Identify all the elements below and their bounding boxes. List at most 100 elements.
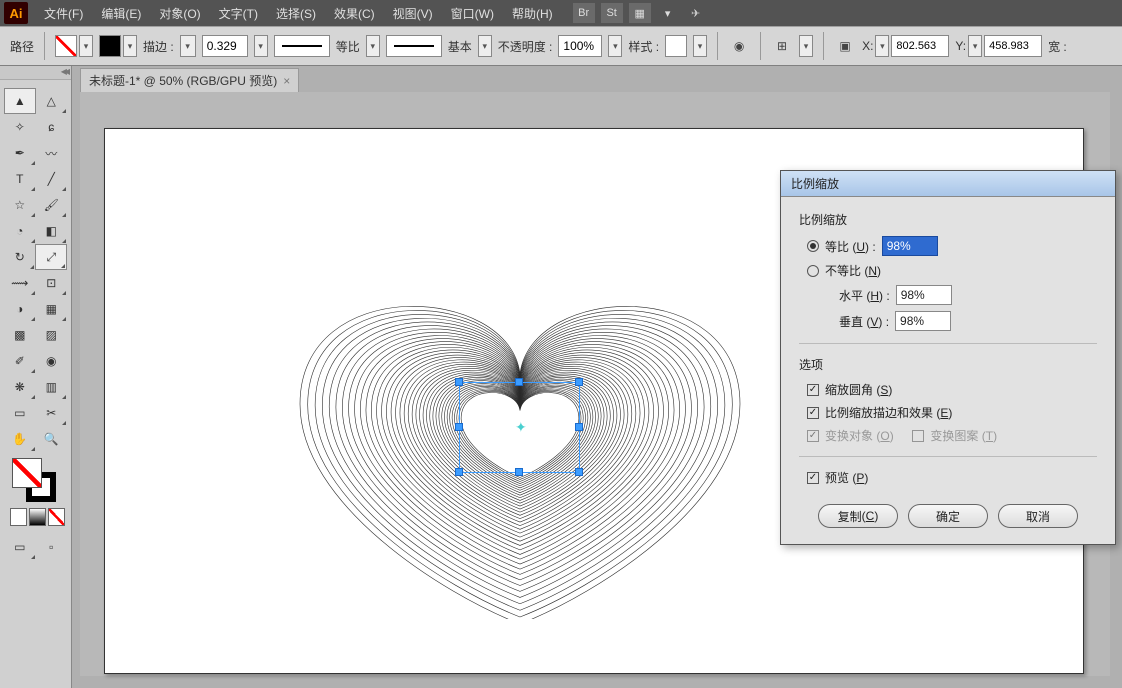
stroke-weight-input[interactable]: 0.329 [202, 35, 248, 57]
color-mode-gradient[interactable] [29, 508, 46, 526]
ok-button[interactable]: 确定 [908, 504, 988, 528]
color-mode-none[interactable] [48, 508, 65, 526]
nonuniform-radio[interactable] [807, 265, 819, 277]
type-tool[interactable]: T [4, 166, 36, 192]
fill-stroke-control[interactable] [12, 458, 58, 504]
align-dropdown[interactable] [799, 35, 813, 57]
tool-panel-collapse[interactable] [0, 66, 71, 80]
x-stepper[interactable] [875, 35, 889, 57]
curvature-tool[interactable]: 〰 [36, 140, 68, 166]
selection-handle[interactable] [575, 378, 583, 386]
perspective-tool[interactable]: ▦ [36, 296, 68, 322]
arrange-icon[interactable]: ▦ [629, 3, 651, 23]
fill-dropdown[interactable] [79, 35, 93, 57]
selection-type-label: 路径 [10, 38, 34, 55]
cancel-button[interactable]: 取消 [998, 504, 1078, 528]
free-transform-tool[interactable]: ⊡ [36, 270, 68, 296]
selection-handle[interactable] [515, 378, 523, 386]
stroke-weight-dropdown[interactable] [254, 35, 268, 57]
hand-tool[interactable]: ✋ [4, 426, 36, 452]
horizontal-input[interactable]: 98% [896, 285, 952, 305]
symbol-sprayer-tool[interactable]: ❋ [4, 374, 36, 400]
copy-button[interactable]: 复制 (C) [818, 504, 898, 528]
menu-file[interactable]: 文件(F) [36, 1, 91, 25]
zoom-tool[interactable]: 🔍 [36, 426, 68, 452]
gradient-tool[interactable]: ▨ [36, 322, 68, 348]
rotate-tool[interactable]: ↻ [4, 244, 35, 270]
eyedropper-tool[interactable]: ✐ [4, 348, 36, 374]
document-tab[interactable]: 未标题-1* @ 50% (RGB/GPU 预览) × [80, 68, 299, 92]
menu-select[interactable]: 选择(S) [268, 1, 324, 25]
y-input[interactable]: 458.983 [984, 35, 1042, 57]
selection-handle[interactable] [515, 468, 523, 476]
y-stepper[interactable] [968, 35, 982, 57]
lasso-tool[interactable]: ɕ [36, 114, 68, 140]
menu-type[interactable]: 文字(T) [211, 1, 266, 25]
screen-mode[interactable]: ▭ [4, 534, 36, 560]
dialog-title-bar[interactable]: 比例缩放 [781, 171, 1115, 197]
fill-swatch[interactable] [55, 35, 77, 57]
vertical-input[interactable]: 98% [895, 311, 951, 331]
style-dropdown[interactable] [693, 35, 707, 57]
rectangle-tool[interactable]: ☆ [4, 192, 36, 218]
chevron-down-icon[interactable]: ▾ [657, 3, 679, 23]
stroke-swatch[interactable] [99, 35, 121, 57]
mesh-tool[interactable]: ▩ [4, 322, 36, 348]
menu-effect[interactable]: 效果(C) [326, 1, 383, 25]
menu-right-icons: Br St ▦ ▾ ✈ [573, 3, 707, 23]
artboard-tool[interactable]: ▭ [4, 400, 36, 426]
menu-edit[interactable]: 编辑(E) [93, 1, 149, 25]
profile-dropdown[interactable] [366, 35, 380, 57]
eraser-tool[interactable]: ◧ [36, 218, 68, 244]
menu-help[interactable]: 帮助(H) [504, 1, 561, 25]
selection-handle[interactable] [575, 423, 583, 431]
uniform-value-input[interactable]: 98% [882, 236, 938, 256]
rocket-icon[interactable]: ✈ [685, 3, 707, 23]
magic-wand-tool[interactable]: ✧ [4, 114, 36, 140]
menu-window[interactable]: 窗口(W) [443, 1, 502, 25]
stroke-stepper[interactable] [180, 35, 196, 57]
graph-tool[interactable]: ▥ [36, 374, 68, 400]
direct-selection-tool[interactable]: △ [36, 88, 67, 114]
stroke-profile[interactable] [274, 35, 330, 57]
uniform-radio[interactable] [807, 240, 819, 252]
scale-strokes-checkbox[interactable] [807, 407, 819, 419]
selection-handle[interactable] [455, 378, 463, 386]
transform-patterns-checkbox [912, 430, 924, 442]
recolor-icon[interactable]: ◉ [728, 35, 750, 57]
align-icon[interactable]: ⊞ [771, 35, 793, 57]
line-tool[interactable]: ╱ [36, 166, 68, 192]
opacity-input[interactable]: 100% [558, 35, 602, 57]
close-tab-icon[interactable]: × [283, 74, 290, 88]
stock-icon[interactable]: St [601, 3, 623, 23]
x-input[interactable]: 802.563 [891, 35, 949, 57]
bridge-icon[interactable]: Br [573, 3, 595, 23]
menu-object[interactable]: 对象(O) [151, 1, 208, 25]
preview-checkbox[interactable] [807, 472, 819, 484]
fill-color[interactable] [12, 458, 42, 488]
scale-corners-label: 缩放圆角 (S) [825, 381, 892, 398]
selection-handle[interactable] [455, 423, 463, 431]
scale-corners-checkbox[interactable] [807, 384, 819, 396]
paintbrush-tool[interactable]: 🖌 [36, 192, 68, 218]
opacity-dropdown[interactable] [608, 35, 622, 57]
width-tool[interactable]: ⟿ [4, 270, 36, 296]
stroke-dropdown[interactable] [123, 35, 137, 57]
selection-handle[interactable] [455, 468, 463, 476]
shaper-tool[interactable]: ◔ [4, 218, 36, 244]
transform-icon[interactable]: ▣ [834, 35, 856, 57]
slice-tool[interactable]: ✂ [36, 400, 68, 426]
selection-handle[interactable] [575, 468, 583, 476]
color-mode-solid[interactable] [10, 508, 27, 526]
blend-tool[interactable]: ◉ [36, 348, 68, 374]
brush-dropdown[interactable] [478, 35, 492, 57]
selection-tool[interactable]: ▲ [4, 88, 36, 114]
style-swatch[interactable] [665, 35, 687, 57]
change-screen[interactable]: ▫ [36, 534, 68, 560]
menu-view[interactable]: 视图(V) [385, 1, 441, 25]
brush-def[interactable] [386, 35, 442, 57]
scale-tool[interactable]: ⤢ [35, 244, 67, 270]
shape-builder-tool[interactable]: ◑ [4, 296, 36, 322]
transform-center-icon[interactable]: ✦ [515, 419, 527, 436]
pen-tool[interactable]: ✒ [4, 140, 36, 166]
